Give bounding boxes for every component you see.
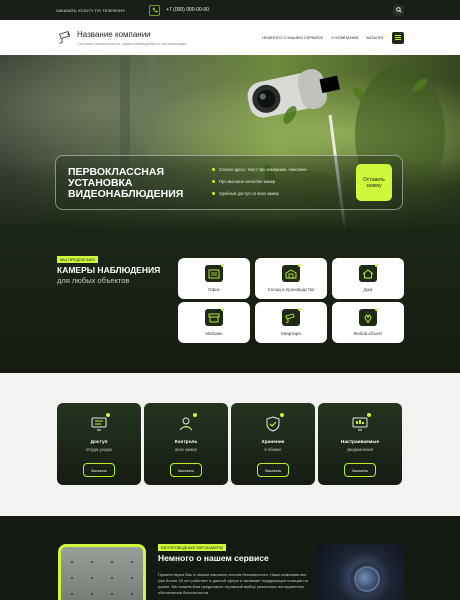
card-house[interactable]: Дом — [332, 258, 404, 299]
shop-icon — [205, 308, 224, 326]
company-name[interactable]: Название компании — [77, 30, 186, 39]
card-any-object[interactable]: Любой объект — [332, 302, 404, 343]
order-button[interactable]: Заказать — [83, 463, 115, 477]
office-icon — [205, 264, 224, 282]
location-pin-icon — [359, 308, 378, 326]
phone-icon[interactable] — [149, 4, 161, 16]
request-button[interactable]: Оставить заявку — [356, 164, 392, 201]
phone-number[interactable]: +7 (000) 000-00-00 — [166, 7, 209, 13]
apartment-camera-icon — [282, 308, 301, 326]
hero-bullets: Слоган здесь: текст про компанию, описан… — [212, 167, 307, 203]
hero-title: Первоклассная установка видеонаблюдения — [68, 166, 184, 200]
object-cards: Офис Склад и производство Дом Магазин Кв… — [178, 258, 404, 343]
feature-card-access: Доступ откуда угодно Заказать — [57, 403, 141, 485]
offers-section: Мы предлагаем Камеры наблюдения для любы… — [0, 230, 460, 373]
about-tag: Беспроводные WIFI-камеры — [158, 544, 227, 551]
nav-item-company[interactable]: О компании — [331, 35, 358, 40]
order-button[interactable]: Заказать — [170, 463, 202, 477]
about-title: Немного о нашем сервисе — [158, 553, 269, 563]
page: Заказать услугу по телефону +7 (000) 000… — [0, 0, 460, 600]
order-by-phone-label: Заказать услугу по телефону — [56, 7, 126, 13]
offers-title: Камеры наблюдения — [57, 265, 161, 275]
company-tagline: Системы безопасности, видеонаблюдения и … — [77, 40, 187, 46]
house-icon — [359, 264, 378, 282]
hero-bullet: Слоган здесь: текст про компанию, описан… — [212, 167, 307, 172]
person-control-icon — [176, 413, 197, 434]
search-button[interactable] — [393, 4, 404, 16]
hero-bullet: Удобный доступ со всех камер — [212, 191, 307, 196]
order-button[interactable]: Заказать — [344, 463, 376, 477]
about-section: Беспроводные WIFI-камеры Немного о нашем… — [0, 516, 460, 600]
menu-button[interactable] — [392, 31, 404, 44]
card-warehouse[interactable]: Склад и производство — [255, 258, 327, 299]
feature-card-storage: Хранение в облаке Заказать — [231, 403, 315, 485]
about-text: Приветствуем Вас в нашем магазине систем… — [158, 572, 308, 595]
monitor-icon — [89, 413, 110, 434]
top-bar: Заказать услугу по телефону +7 (000) 000… — [0, 0, 460, 20]
nav-item-catalog[interactable]: Каталог — [366, 35, 384, 40]
hero-panel: Первоклассная установка видеонаблюдения … — [55, 155, 403, 210]
site-header: Название компании Системы безопасности, … — [0, 20, 460, 55]
feature-card-control: Контроль всех камер Заказать — [144, 403, 228, 485]
hero-bullet: Про высокое качество камер — [212, 179, 307, 184]
offers-subtitle: для любых объектов — [57, 276, 130, 285]
search-icon — [395, 7, 402, 13]
features-section: Доступ откуда угодно Заказать Контроль в… — [0, 373, 460, 516]
nav-item-service[interactable]: Немного о нашем сервисе — [262, 35, 323, 40]
feature-cards: Доступ откуда угодно Заказать Контроль в… — [57, 403, 402, 485]
card-apartment[interactable]: Квартира — [255, 302, 327, 343]
main-nav: Немного о нашем сервисе О компании Катал… — [262, 31, 404, 44]
offers-tag: Мы предлагаем — [57, 256, 98, 263]
feature-card-notifications: Настраиваемые уведомления Заказать — [318, 403, 402, 485]
hero-banner: Первоклассная установка видеонаблюдения … — [0, 55, 460, 230]
card-shop[interactable]: Магазин — [178, 302, 250, 343]
shield-icon — [263, 413, 284, 434]
settings-monitor-icon — [350, 413, 371, 434]
camera-lens-photo — [316, 544, 404, 600]
logo-camera-icon[interactable] — [56, 29, 74, 47]
wall-camera-image — [58, 544, 146, 600]
card-office[interactable]: Офис — [178, 258, 250, 299]
warehouse-icon — [282, 264, 301, 282]
brand: Название компании Системы безопасности, … — [77, 30, 186, 46]
order-button[interactable]: Заказать — [257, 463, 289, 477]
